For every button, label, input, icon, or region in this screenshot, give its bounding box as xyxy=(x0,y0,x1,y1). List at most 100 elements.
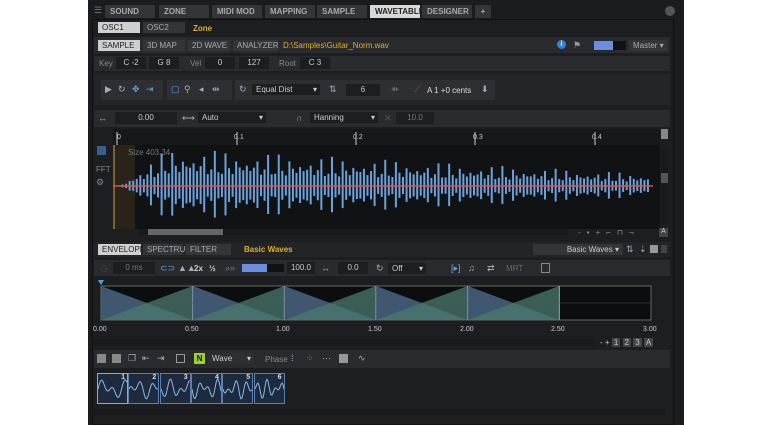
tab-sample-view[interactable]: SAMPLE xyxy=(98,40,140,51)
tab-sample[interactable]: SAMPLE xyxy=(317,5,367,18)
distribution-select[interactable]: Equal Dist ▾ xyxy=(252,84,320,95)
wave-thumbnail[interactable]: 3 xyxy=(159,373,191,404)
key-high-field[interactable]: G 8 xyxy=(149,57,179,69)
phase-random-icon[interactable]: ⁞ xyxy=(291,353,294,363)
marker-icon[interactable]: ⇥ xyxy=(146,84,154,94)
phase-flat-icon[interactable]: ⋯ xyxy=(322,353,331,363)
tuning-fork-icon[interactable]: ⟋ xyxy=(414,84,420,94)
gear-icon[interactable]: ⚙ xyxy=(96,177,104,187)
link-icon[interactable]: ⊂⊃ xyxy=(160,263,175,273)
select-all-icon[interactable] xyxy=(176,354,185,363)
thumbnail-scrollbar[interactable] xyxy=(94,408,665,415)
zoom-auto-button[interactable]: A xyxy=(643,338,654,347)
close-icon[interactable]: ✕ xyxy=(384,113,392,123)
tab-envelope[interactable]: ENVELOPE xyxy=(98,244,145,255)
preset-select[interactable]: Basic Waves ▾ xyxy=(533,244,623,255)
tab-osc2[interactable]: OSC2 xyxy=(143,22,185,33)
tab-midi-mod[interactable]: MIDI MOD xyxy=(212,5,262,18)
refresh-icon[interactable]: ↻ xyxy=(239,84,247,94)
fft-label[interactable]: FFT xyxy=(96,165,111,174)
tab-wavetable[interactable]: WAVETABLE xyxy=(370,5,424,18)
tab-designer[interactable]: DESIGNER xyxy=(422,5,472,18)
tab-mapping[interactable]: MAPPING xyxy=(265,5,315,18)
swap-icon[interactable]: ⇄ xyxy=(487,263,495,273)
vel-high-field[interactable]: 127 xyxy=(239,57,269,69)
spectrum-icon[interactable] xyxy=(339,354,348,363)
count-field[interactable]: 6 xyxy=(346,84,380,96)
envelope-graph[interactable] xyxy=(98,280,668,325)
speaker-icon[interactable]: ◂ xyxy=(199,84,204,94)
tab-spectrum[interactable]: SPECTRUM xyxy=(143,244,192,255)
add-icon[interactable] xyxy=(97,354,106,363)
note-icon[interactable]: ♫ xyxy=(468,263,475,273)
prev-next-icon[interactable]: ⇅ xyxy=(626,244,634,254)
play-sync-icon[interactable]: [▸] xyxy=(451,263,461,273)
move-right-icon[interactable]: ⇥ xyxy=(157,353,165,363)
wave-thumbnail[interactable]: 4 xyxy=(190,373,222,404)
tab-osc1[interactable]: OSC1 xyxy=(98,22,140,33)
stretch-icon[interactable]: ⇹ xyxy=(212,84,220,94)
split-icon[interactable]: ⇻ xyxy=(391,84,399,94)
env-zoom-controls[interactable]: - + 1 2 3 A xyxy=(600,338,654,347)
menu-dropdown-icon[interactable] xyxy=(661,129,668,139)
loop-select[interactable]: Off ▾ xyxy=(388,263,426,274)
f-button[interactable] xyxy=(541,263,550,273)
envelope-scrollbar[interactable] xyxy=(94,339,594,346)
waveform-icon[interactable]: ∿ xyxy=(358,353,366,363)
double-button[interactable]: 2x xyxy=(194,264,203,273)
down-arrow-icon[interactable]: ⬇ xyxy=(481,84,489,94)
info-icon[interactable]: i xyxy=(557,40,566,49)
collapse-icon[interactable] xyxy=(665,6,675,16)
duplicate-icon[interactable]: ❐ xyxy=(128,353,136,363)
level-field[interactable]: 100.0 xyxy=(287,262,315,274)
move-left-icon[interactable]: ⇤ xyxy=(142,353,150,363)
waveform-zoom-controls[interactable]: -▪+⌐⊓¬ xyxy=(578,228,640,237)
tab-3d-map[interactable]: 3D MAP xyxy=(143,40,185,51)
half-button[interactable]: ½ xyxy=(209,264,216,273)
play-icon[interactable]: ▶ xyxy=(105,84,112,94)
sum-icon[interactable] xyxy=(97,146,106,155)
zoom-2-button[interactable]: 2 xyxy=(622,338,631,347)
move-icon[interactable]: ✥ xyxy=(132,84,140,94)
auto-select[interactable]: Auto ▾ xyxy=(198,112,266,123)
wave-thumbnail[interactable]: 1 xyxy=(97,373,128,404)
mode-select[interactable]: MRT xyxy=(506,264,523,273)
zoom-icon[interactable]: ⚲ xyxy=(184,84,191,94)
delete-icon[interactable] xyxy=(661,245,667,253)
output-select[interactable]: Master ▾ xyxy=(629,40,667,51)
normalize-button[interactable]: N xyxy=(194,353,205,364)
wave-thumbnail[interactable]: 6 xyxy=(253,373,285,404)
menu-icon[interactable]: ☰ xyxy=(94,5,102,15)
volume-meter[interactable] xyxy=(594,41,626,50)
playhead-marker[interactable] xyxy=(98,280,104,285)
key-low-field[interactable]: C -2 xyxy=(116,57,146,69)
nav-down-icon[interactable]: ⇣ xyxy=(639,244,647,254)
level-slider[interactable] xyxy=(242,264,284,272)
zoom-1-button[interactable]: 1 xyxy=(611,338,621,347)
loop-icon[interactable]: ↻ xyxy=(376,263,384,273)
flag-icon[interactable]: ⚑ xyxy=(573,40,581,50)
phase-scatter-icon[interactable]: ⁘ xyxy=(306,353,314,363)
wave-thumbnail[interactable]: 2 xyxy=(128,373,160,404)
time-ruler[interactable] xyxy=(113,129,660,145)
wave-thumbnail[interactable]: 5 xyxy=(222,373,254,404)
tab-analyzer[interactable]: ANALYZER xyxy=(233,40,279,51)
time-field[interactable]: 0 ms xyxy=(113,262,155,274)
select-icon[interactable]: ▢ xyxy=(171,84,180,94)
tab-sound[interactable]: SOUND xyxy=(105,5,155,18)
vertical-scrollbar[interactable] xyxy=(661,148,668,224)
tab-zone[interactable]: ZONE xyxy=(159,5,209,18)
remove-icon[interactable] xyxy=(112,354,121,363)
horizontal-scrollbar[interactable] xyxy=(138,229,568,235)
wave-select[interactable]: Wave ▾ xyxy=(208,353,254,364)
tab-2d-wave[interactable]: 2D WAVE xyxy=(188,40,230,51)
save-icon[interactable] xyxy=(650,245,658,253)
zoom-3-button[interactable]: 3 xyxy=(633,338,642,347)
env-offset-field[interactable]: 0.0 xyxy=(338,262,368,274)
window-select[interactable]: Hanning ▾ xyxy=(310,112,378,123)
root-field[interactable]: C 3 xyxy=(300,57,330,69)
loop-icon[interactable]: ↻ xyxy=(118,84,126,94)
zoom-out-button[interactable]: - xyxy=(600,338,603,347)
zoom-in-button[interactable]: + xyxy=(605,338,610,347)
waveform-view[interactable] xyxy=(113,129,660,229)
